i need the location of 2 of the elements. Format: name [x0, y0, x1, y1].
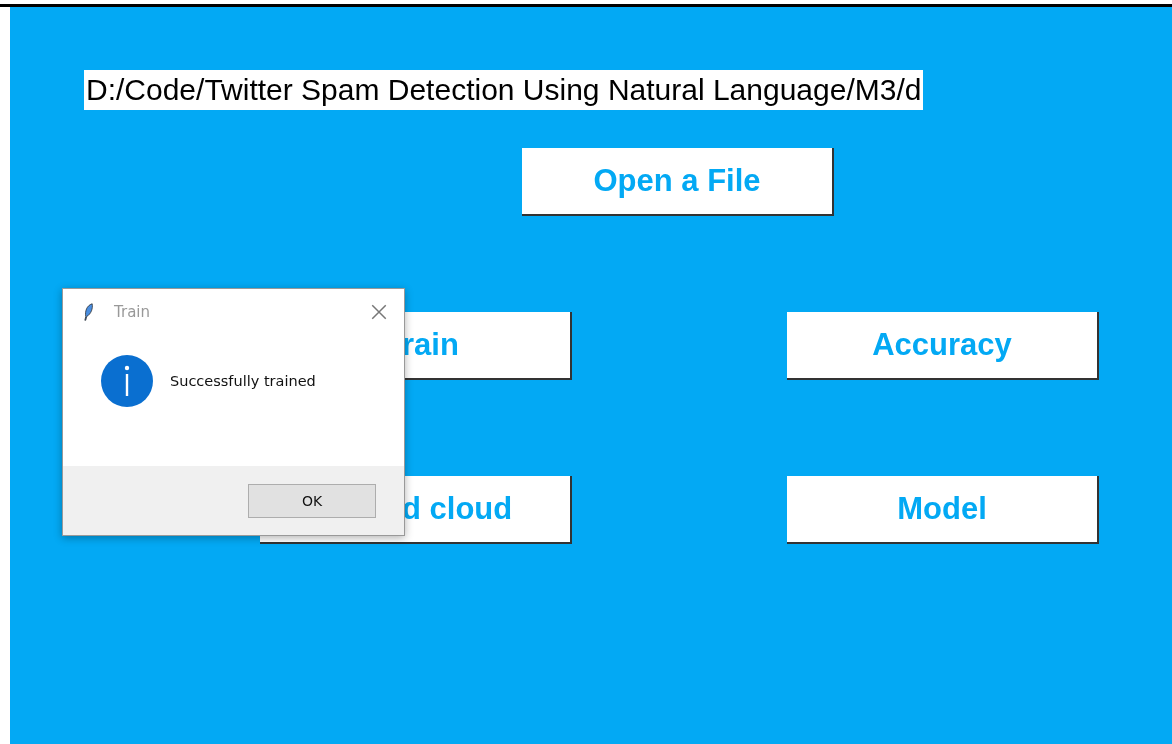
file-path-label: D:/Code/Twitter Spam Detection Using Natural Language/M3/d — [84, 70, 924, 110]
dialog-title: Train — [114, 303, 150, 321]
